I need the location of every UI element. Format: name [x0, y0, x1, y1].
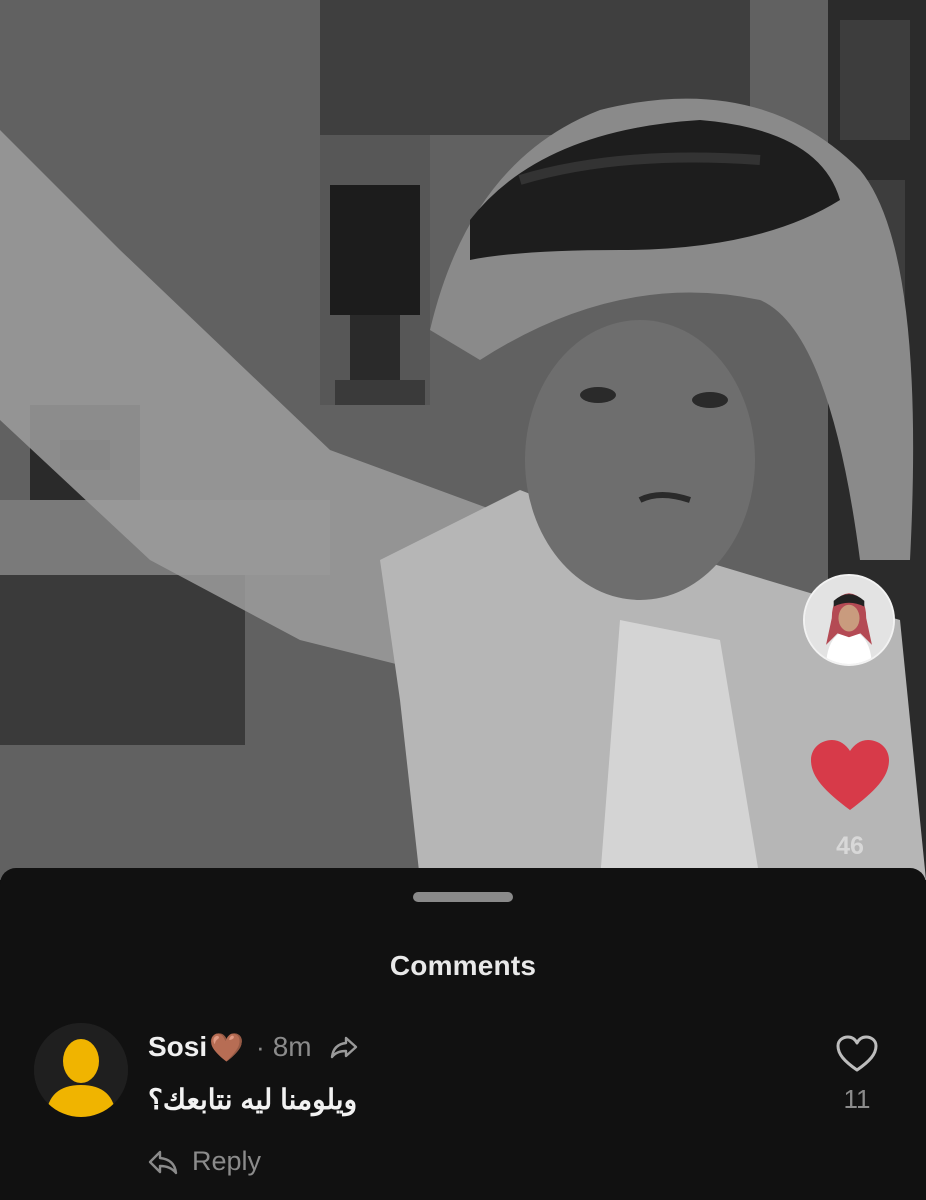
video-like-count: 46 [836, 832, 864, 860]
comment-avatar[interactable] [34, 1023, 128, 1117]
share-arrow-icon[interactable] [330, 1035, 358, 1059]
video-player[interactable]: 46 [0, 0, 926, 880]
comment-time: 8m [272, 1031, 312, 1062]
video-frame [0, 0, 926, 880]
comment-like-count: 11 [843, 1084, 871, 1114]
header-separator: · [256, 1031, 265, 1062]
brown-heart-emoji: 🤎 [209, 1031, 245, 1063]
comments-title: Comments [389, 950, 537, 981]
heart-filled-icon [811, 740, 889, 810]
heart-filled-shape [811, 740, 889, 810]
creator-avatar-image [805, 576, 893, 664]
default-user-icon [34, 1023, 128, 1117]
comments-sheet: Comments Sosi 🤎 · 8m ويلومنا ليه نتابعك؟ [0, 868, 926, 1200]
creator-avatar[interactable] [803, 574, 895, 666]
heart-outline-icon [836, 1035, 878, 1072]
sheet-drag-handle[interactable] [413, 892, 513, 902]
comment-like-button[interactable] [836, 1035, 878, 1073]
comment-text: ويلومنا ليه نتابعك؟ [148, 1084, 358, 1115]
reply-arrow-icon [148, 1149, 178, 1175]
video-like-button[interactable] [809, 738, 891, 812]
reply-label: Reply [192, 1146, 262, 1176]
comment-header: Sosi 🤎 · 8m [148, 1029, 358, 1065]
reply-button[interactable]: Reply [148, 1146, 261, 1177]
comment-username[interactable]: Sosi [148, 1031, 207, 1063]
